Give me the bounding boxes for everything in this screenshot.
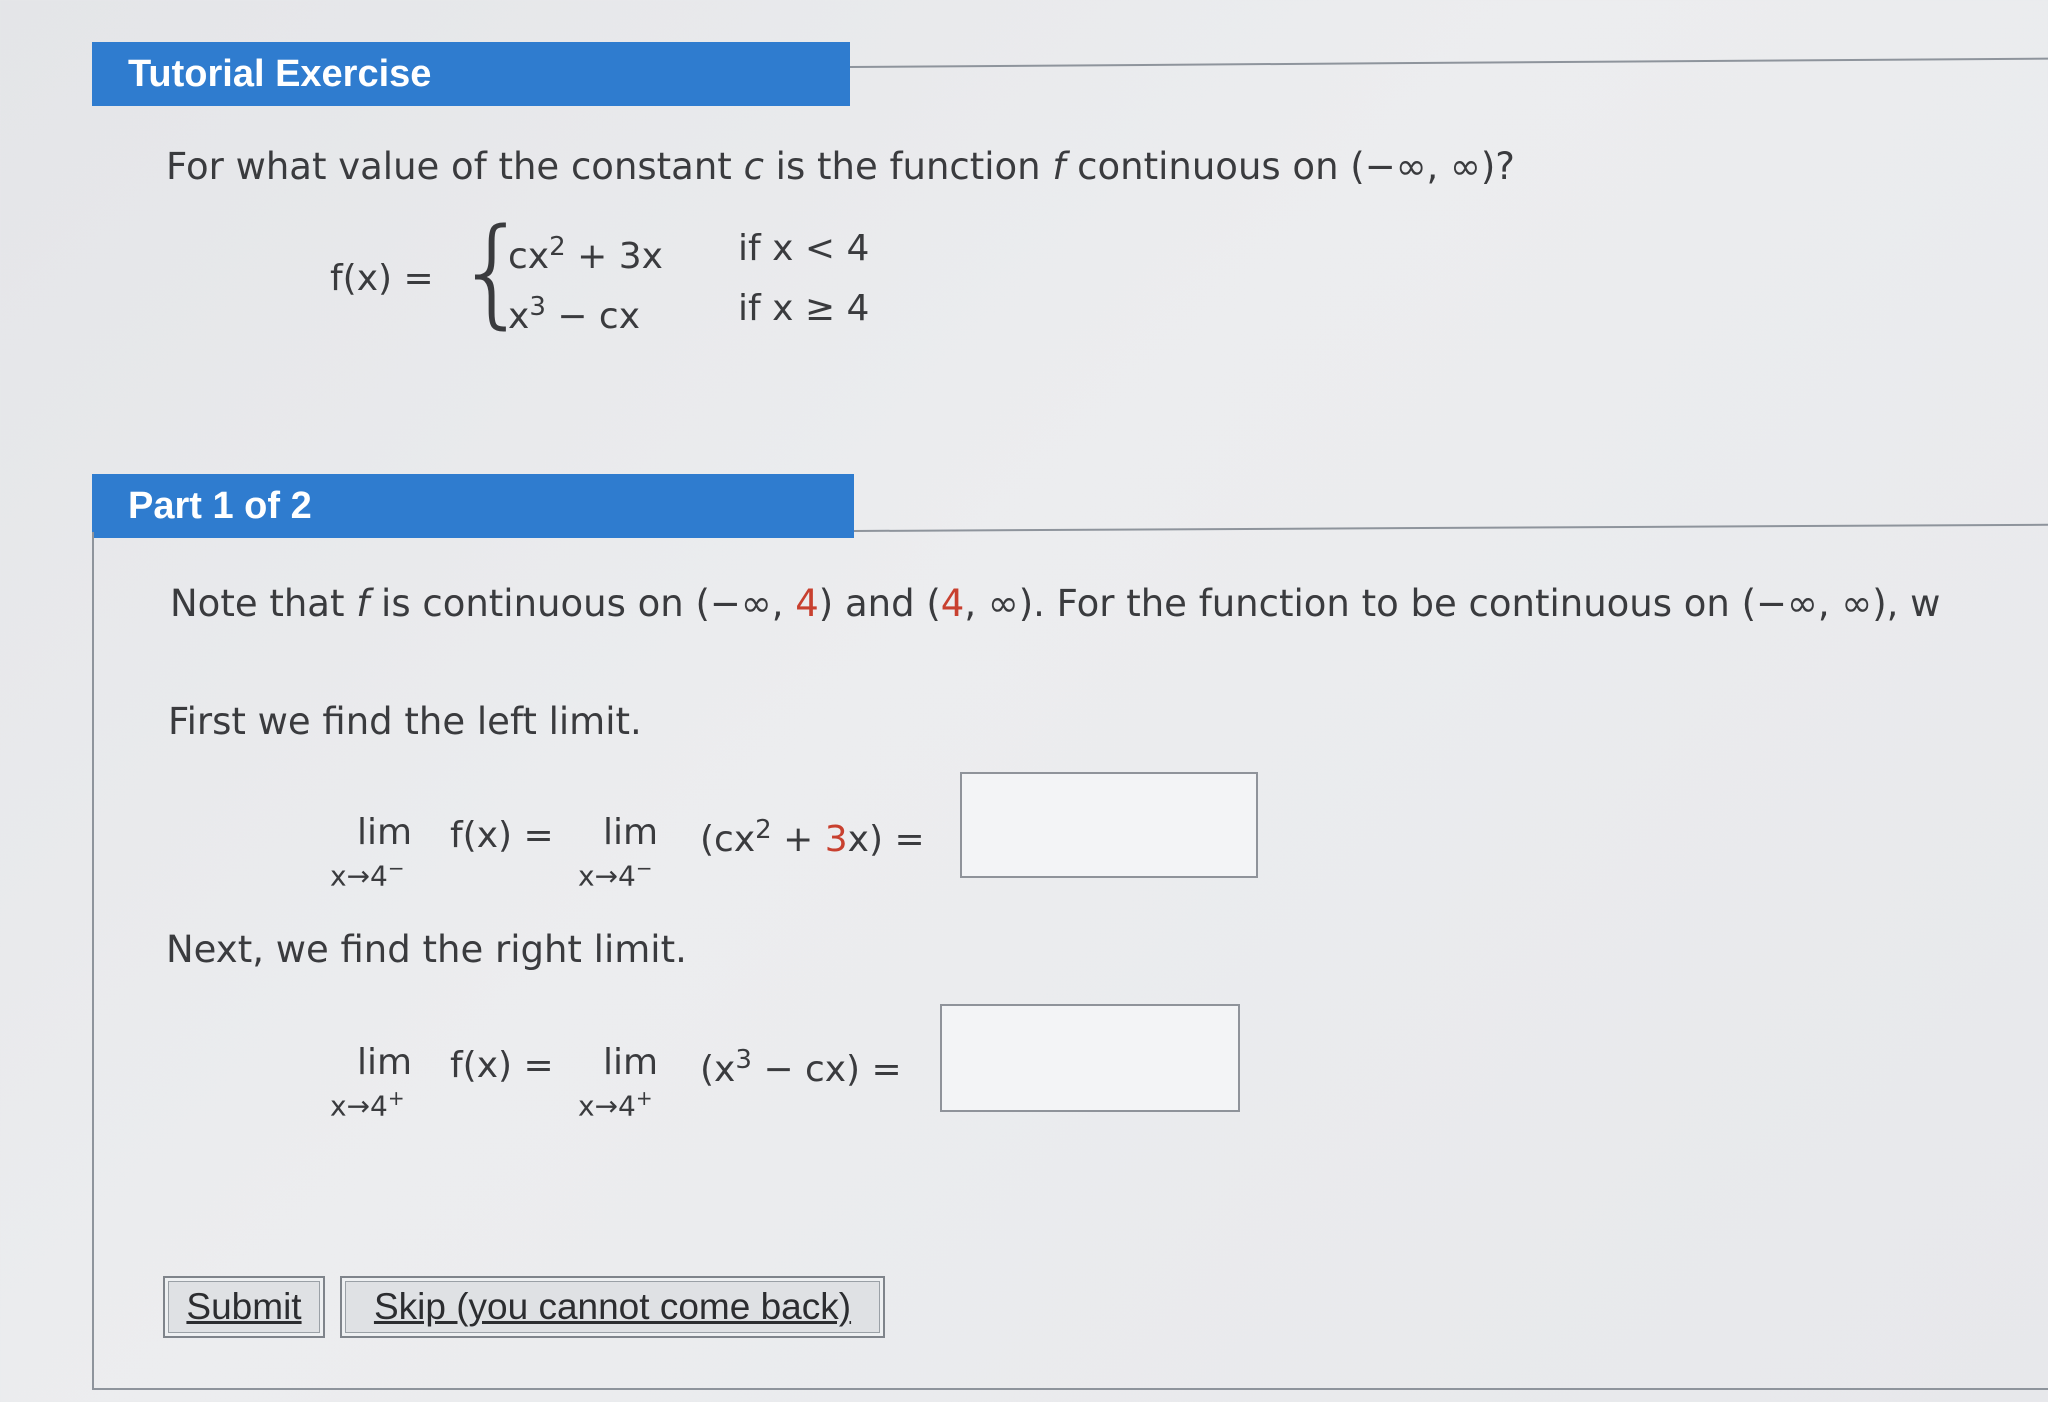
left-limit-expression: (cx2 + 3x) = [700,815,925,860]
skip-button[interactable]: Skip (you cannot come back) [340,1276,885,1338]
right-limit-answer-input[interactable] [940,1004,1240,1112]
submit-button[interactable]: Submit [163,1276,325,1338]
right-lim-subscript-2: x→4+ [578,1086,653,1123]
left-lim-subscript-2: x→4− [578,856,653,893]
tutorial-exercise-header: Tutorial Exercise [92,42,850,106]
function-lhs: f(x) = [330,258,434,299]
part-header: Part 1 of 2 [92,474,854,538]
right-limit-expression: (x3 − cx) = [700,1045,902,1090]
part-header-rule [853,523,2048,532]
case1-condition: if x < 4 [738,228,870,269]
question-text: For what value of the constant c is the … [166,145,1515,188]
left-fx: f(x) = [450,815,554,856]
part-title: Part 1 of 2 [128,485,312,527]
right-limit-intro: Next, we find the right limit. [166,928,687,971]
left-lim-word-1: lim [357,812,413,853]
left-lim-word-2: lim [603,812,659,853]
right-fx: f(x) = [450,1045,554,1086]
left-limit-intro: First we find the left limit. [168,700,642,743]
tutorial-exercise-title: Tutorial Exercise [128,53,432,95]
left-limit-answer-input[interactable] [960,772,1258,878]
right-lim-subscript-1: x→4+ [330,1086,405,1123]
case2-expression: x3 − cx [508,292,641,337]
case2-condition: if x ≥ 4 [738,288,870,329]
right-lim-word-2: lim [603,1042,659,1083]
left-lim-subscript-1: x→4− [330,856,405,893]
case1-expression: cx2 + 3x [508,232,663,277]
header-rule [849,57,2048,68]
continuity-note: Note that f is continuous on (−∞, 4) and… [170,582,1941,625]
right-lim-word-1: lim [357,1042,413,1083]
